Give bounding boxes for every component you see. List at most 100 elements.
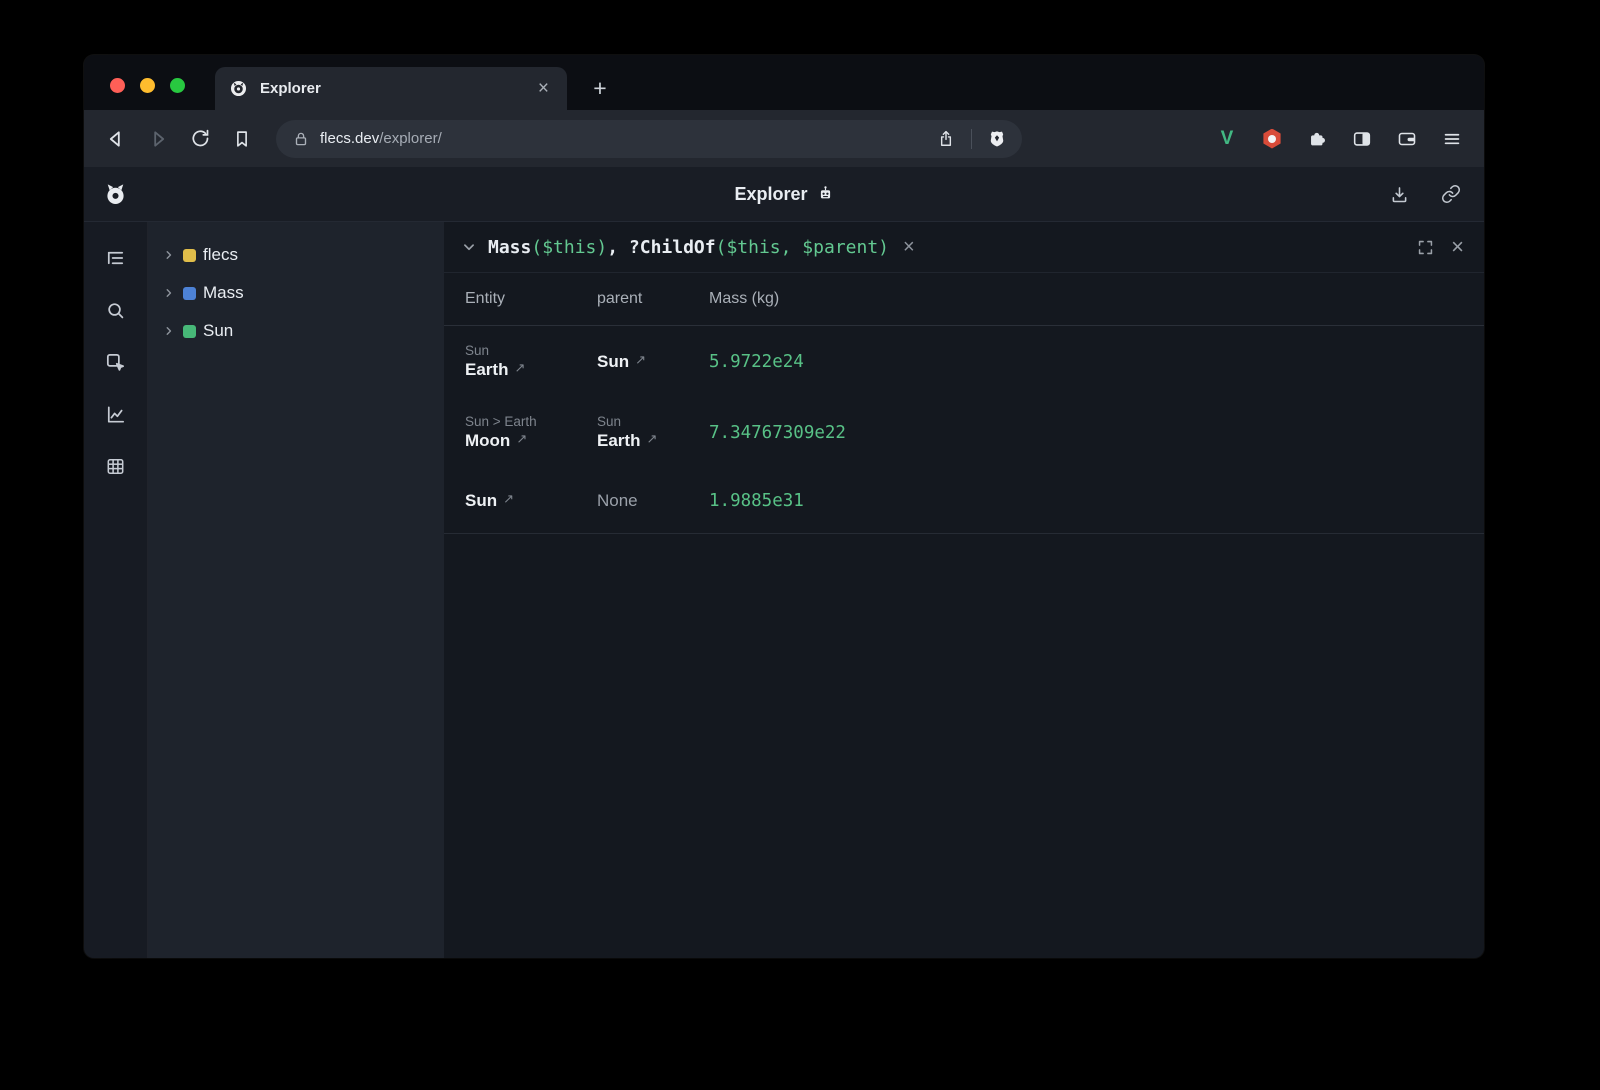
tab-close-icon[interactable]: × — [534, 77, 553, 100]
close-query-icon[interactable]: × — [1451, 236, 1464, 258]
tree-item-label: Mass — [203, 283, 244, 303]
chevron-right-icon[interactable] — [162, 286, 176, 300]
browser-window: Explorer × + flecs.dev/explorer/ — [84, 55, 1484, 958]
parent-none-label: None — [597, 491, 709, 511]
rail-tree-button[interactable] — [98, 240, 134, 276]
traffic-lights — [110, 78, 185, 93]
external-link-icon: ↗ — [514, 360, 525, 376]
entity-tree: flecs Mass Sun — [148, 222, 444, 958]
tab-title: Explorer — [260, 80, 534, 97]
external-link-icon: ↗ — [635, 352, 646, 368]
chevron-right-icon[interactable] — [162, 248, 176, 262]
entity-color-swatch — [183, 249, 196, 262]
brave-shield-icon[interactable] — [982, 124, 1012, 154]
query-expression[interactable]: Mass($this), ?ChildOf($this, $parent) — [488, 237, 889, 258]
flecs-favicon — [229, 79, 248, 98]
extensions-puzzle-icon[interactable] — [1301, 123, 1333, 155]
reload-button[interactable] — [182, 121, 218, 157]
url-text: flecs.dev/explorer/ — [320, 130, 931, 147]
parent-path: Sun — [597, 414, 709, 429]
rail-inspect-button[interactable] — [98, 344, 134, 380]
mass-value: 7.34767309e22 — [709, 423, 1484, 443]
parent-cell: Sun Earth ↗ — [597, 397, 709, 468]
menu-icon[interactable] — [1436, 123, 1468, 155]
page-title-group: Explorer — [84, 184, 1484, 205]
share-icon[interactable] — [931, 124, 961, 154]
column-header-mass: Mass (kg) — [709, 273, 1484, 325]
new-tab-button[interactable]: + — [585, 73, 615, 103]
mass-cell: 1.9885e31 — [709, 468, 1484, 533]
entity-color-swatch — [183, 325, 196, 338]
entity-link[interactable]: Earth — [465, 360, 508, 380]
table-row: Sun > Earth Moon ↗ Sun Earth ↗ 7.34767309e… — [444, 397, 1484, 468]
chevron-down-icon[interactable] — [460, 238, 478, 256]
entity-path: Sun > Earth — [465, 414, 597, 429]
wallet-icon[interactable] — [1391, 123, 1423, 155]
window-zoom-button[interactable] — [170, 78, 185, 93]
back-button[interactable] — [98, 121, 134, 157]
lock-icon — [292, 130, 310, 148]
tree-item-sun[interactable]: Sun — [162, 312, 444, 350]
chevron-right-icon[interactable] — [162, 324, 176, 338]
explorer-content: flecs Mass Sun — [84, 222, 1484, 958]
parent-cell: None — [597, 468, 709, 533]
page-title: Explorer — [734, 184, 807, 205]
entity-link[interactable]: Sun — [465, 491, 497, 511]
url-domain: flecs.dev — [320, 130, 379, 147]
header-actions — [1384, 179, 1466, 209]
rail-chart-button[interactable] — [98, 396, 134, 432]
entity-cell: Sun ↗ — [465, 468, 597, 533]
browser-toolbar: flecs.dev/explorer/ V — [84, 110, 1484, 167]
explorer-header: Explorer — [84, 167, 1484, 222]
window-close-button[interactable] — [110, 78, 125, 93]
url-path: /explorer/ — [379, 130, 442, 147]
mass-cell: 7.34767309e22 — [709, 397, 1484, 468]
clear-query-icon[interactable]: × — [903, 237, 915, 257]
rail-search-button[interactable] — [98, 292, 134, 328]
extensions-cluster: V — [1211, 123, 1468, 155]
external-link-icon: ↗ — [516, 431, 527, 447]
browser-tab-explorer[interactable]: Explorer × — [215, 67, 567, 110]
tab-strip: Explorer × + — [84, 55, 1484, 110]
query-bar-actions: × — [1416, 236, 1464, 258]
icon-rail — [84, 222, 148, 958]
address-bar[interactable]: flecs.dev/explorer/ — [276, 120, 1022, 158]
external-link-icon: ↗ — [503, 491, 514, 507]
mass-cell: 5.9722e24 — [709, 326, 1484, 397]
entity-link[interactable]: Moon — [465, 431, 510, 451]
parent-link[interactable]: Earth — [597, 431, 640, 451]
column-header-parent: parent — [597, 273, 709, 325]
parent-link[interactable]: Sun — [597, 352, 629, 372]
table-row: Sun ↗ None 1.9885e31 — [444, 468, 1484, 534]
download-icon[interactable] — [1384, 179, 1414, 209]
tree-item-label: flecs — [203, 245, 238, 265]
rail-stats-button[interactable] — [98, 448, 134, 484]
hexagon-extension-icon[interactable] — [1256, 123, 1288, 155]
external-link-icon: ↗ — [646, 431, 657, 447]
query-bar: Mass($this), ?ChildOf($this, $parent) × … — [444, 222, 1484, 273]
flecs-logo — [102, 181, 129, 208]
tree-item-flecs[interactable]: flecs — [162, 236, 444, 274]
mass-value: 5.9722e24 — [709, 352, 1484, 372]
bookmark-icon[interactable] — [224, 121, 260, 157]
column-header-entity: Entity — [465, 273, 597, 325]
results-header: Entity parent Mass (kg) — [444, 273, 1484, 326]
table-row: Sun Earth ↗ Sun ↗ 5.9722e24 — [444, 326, 1484, 397]
fullscreen-icon[interactable] — [1416, 238, 1435, 257]
link-icon[interactable] — [1436, 179, 1466, 209]
window-minimize-button[interactable] — [140, 78, 155, 93]
tree-item-label: Sun — [203, 321, 233, 341]
robot-icon — [817, 185, 834, 204]
entity-cell: Sun > Earth Moon ↗ — [465, 397, 597, 468]
vue-devtools-icon[interactable]: V — [1211, 123, 1243, 155]
url-bar-divider — [971, 129, 972, 149]
entity-color-swatch — [183, 287, 196, 300]
tree-item-mass[interactable]: Mass — [162, 274, 444, 312]
entity-cell: Sun Earth ↗ — [465, 326, 597, 397]
sidebar-toggle-icon[interactable] — [1346, 123, 1378, 155]
forward-button[interactable] — [140, 121, 176, 157]
mass-value: 1.9885e31 — [709, 491, 1484, 511]
parent-cell: Sun ↗ — [597, 326, 709, 397]
entity-path: Sun — [465, 343, 597, 358]
query-panel: Mass($this), ?ChildOf($this, $parent) × … — [444, 222, 1484, 958]
